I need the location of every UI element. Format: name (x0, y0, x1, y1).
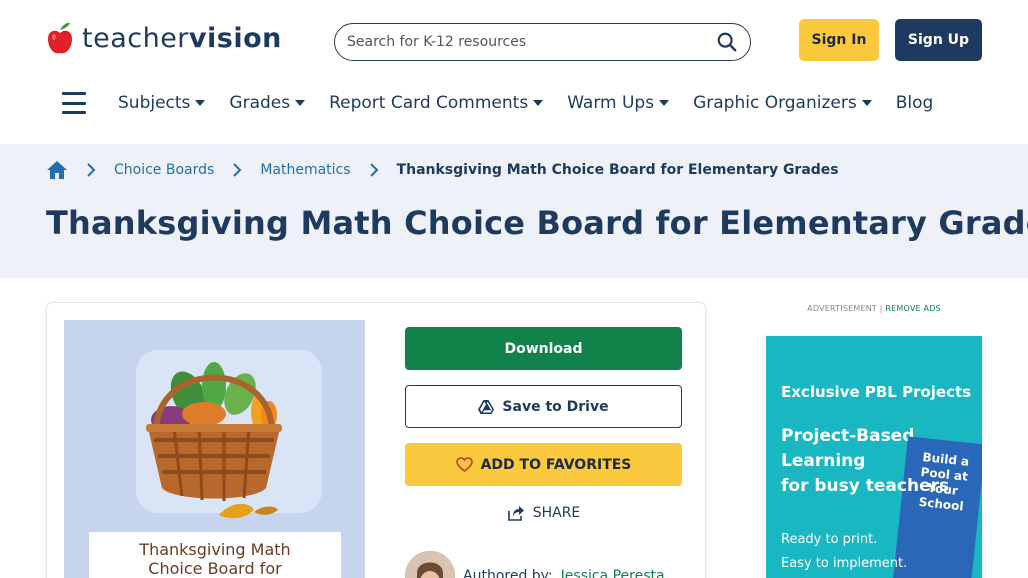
breadcrumb-link-choice-boards[interactable]: Choice Boards (114, 162, 214, 178)
author-name-link[interactable]: Jessica Peresta (561, 568, 665, 578)
chevron-right-icon (369, 163, 378, 177)
caret-down-icon (861, 100, 872, 106)
ad-subtext: Ready to print. Easy to implement. (781, 528, 907, 576)
search-input[interactable] (347, 34, 716, 50)
author-info: Authored by: Jessica Peresta (405, 551, 665, 578)
resource-thumbnail[interactable]: Thanksgiving Math Choice Board for (64, 320, 365, 578)
breadcrumb-current: Thanksgiving Math Choice Board for Eleme… (396, 162, 839, 178)
main-nav: Subjects Grades Report Card Comments War… (62, 88, 957, 118)
nav-item-graphic-organizers[interactable]: Graphic Organizers (693, 93, 872, 113)
hamburger-menu-icon[interactable] (62, 92, 86, 114)
share-label: SHARE (532, 505, 581, 521)
page-title: Thanksgiving Math Choice Board for Eleme… (46, 204, 1028, 242)
page-header-band: Choice Boards Mathematics Thanksgiving M… (0, 144, 1028, 278)
share-icon (507, 506, 524, 521)
logo-text-bold: vision (188, 22, 282, 54)
logo-wordmark: teachervision (82, 25, 282, 52)
thumbnail-caption: Thanksgiving Math Choice Board for (89, 532, 341, 578)
nav-item-label: Grades (229, 93, 291, 113)
ad-headline-line: Learning (781, 451, 866, 471)
caret-down-icon (659, 100, 670, 106)
nav-item-subjects[interactable]: Subjects (118, 93, 206, 113)
save-to-drive-label: Save to Drive (502, 398, 609, 415)
nav-item-label: Graphic Organizers (693, 93, 857, 113)
add-to-favorites-label: ADD TO FAVORITES (480, 456, 632, 473)
thumbnail-caption-line: Thanksgiving Math (139, 540, 291, 559)
ad-subtext-line: Ready to print. (781, 532, 878, 547)
ad-kicker: Exclusive PBL Projects (781, 383, 972, 401)
caret-down-icon (533, 100, 544, 106)
nav-item-label: Subjects (118, 93, 191, 113)
google-drive-icon (478, 399, 495, 414)
nav-item-label: Warm Ups (567, 93, 655, 113)
search-icon[interactable] (716, 31, 738, 53)
remove-ads-link[interactable]: REMOVE ADS (885, 304, 940, 313)
share-button[interactable]: SHARE (405, 501, 682, 525)
resource-card: Thanksgiving Math Choice Board for Downl… (46, 302, 706, 578)
download-button[interactable]: Download (405, 327, 682, 370)
heart-icon (455, 457, 473, 472)
ad-headline: Project-Based Learning (781, 424, 914, 474)
chevron-right-icon (233, 163, 242, 177)
advertisement-banner[interactable]: Exclusive PBL Projects Project-Based Lea… (766, 336, 982, 578)
apple-logo-icon (48, 22, 72, 54)
caret-down-icon (195, 100, 206, 106)
author-avatar (405, 551, 455, 578)
site-logo[interactable]: teachervision (46, 20, 282, 56)
breadcrumb: Choice Boards Mathematics Thanksgiving M… (46, 160, 839, 180)
search-bar[interactable] (334, 23, 751, 61)
ad-subtext-line: Easy to implement. (781, 556, 908, 571)
nav-item-label: Report Card Comments (329, 93, 529, 113)
save-to-drive-button[interactable]: Save to Drive (405, 385, 682, 428)
advertisement-text: ADVERTISEMENT | (807, 304, 883, 313)
harvest-basket-illustration (146, 362, 282, 519)
chevron-right-icon (87, 163, 96, 177)
caret-down-icon (295, 100, 306, 106)
sign-up-button[interactable]: Sign Up (895, 19, 982, 61)
ad-headline-line: Project-Based (781, 426, 915, 446)
breadcrumb-link-mathematics[interactable]: Mathematics (260, 162, 350, 178)
nav-item-blog[interactable]: Blog (896, 93, 934, 113)
nav-item-warm-ups[interactable]: Warm Ups (567, 93, 670, 113)
nav-item-grades[interactable]: Grades (229, 93, 306, 113)
nav-item-label: Blog (895, 93, 934, 113)
authored-by-label: Authored by: (463, 568, 553, 578)
author-photo (405, 551, 455, 578)
ad-headline-line: for busy teachers (781, 476, 950, 496)
add-to-favorites-button[interactable]: ADD TO FAVORITES (405, 443, 682, 486)
sign-in-button[interactable]: Sign In (799, 19, 879, 61)
advertisement-label: ADVERTISEMENT | REMOVE ADS (766, 304, 982, 313)
home-icon[interactable] (46, 160, 68, 180)
nav-item-report-card-comments[interactable]: Report Card Comments (329, 93, 544, 113)
logo-text-light: teacher (82, 22, 189, 54)
thumbnail-caption-line: Choice Board for (148, 559, 282, 578)
